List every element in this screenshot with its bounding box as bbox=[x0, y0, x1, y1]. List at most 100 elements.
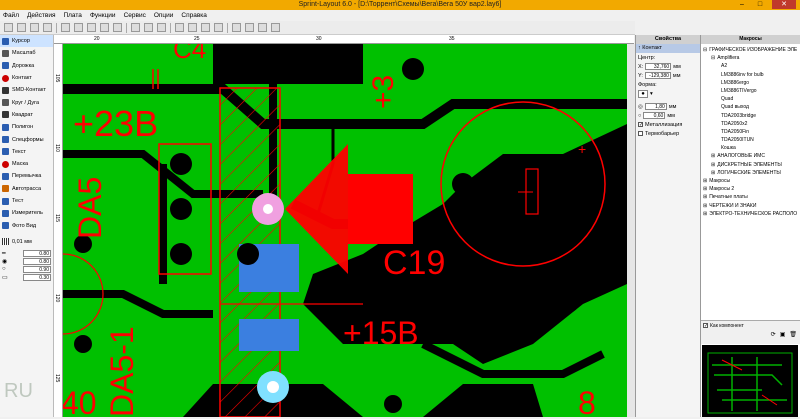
macro-tree-item[interactable]: ⊟ Amplifiera bbox=[701, 54, 800, 62]
save-icon[interactable] bbox=[30, 23, 39, 32]
outer-diameter-input[interactable]: 1,80 bbox=[644, 103, 667, 110]
macro-tree-item[interactable]: ⊟ ГРАФИЧЕСКОЕ ИЗОБРАЖЕНИЕ ЭЛЕ bbox=[701, 46, 800, 54]
vertical-scrollbar[interactable] bbox=[627, 44, 635, 417]
tree-expander-icon[interactable]: ⊞ bbox=[703, 178, 707, 184]
group-icon[interactable] bbox=[201, 23, 210, 32]
tool-9[interactable]: Текст bbox=[0, 146, 53, 158]
metallization-checkbox[interactable]: ✓ bbox=[638, 122, 643, 128]
paste-icon[interactable] bbox=[113, 23, 122, 32]
value-input[interactable]: 0.30 bbox=[23, 274, 51, 282]
tree-expander-icon[interactable]: ⊞ bbox=[711, 153, 715, 159]
pcb-canvas[interactable]: C4 +23В DA5 C19 +15B DA5-1 40 8 +3 + RU bbox=[63, 44, 627, 417]
grid-setting[interactable]: 0,01 мм bbox=[0, 236, 53, 248]
value-input[interactable]: 0.90 bbox=[23, 266, 51, 274]
thermal-checkbox[interactable] bbox=[638, 131, 643, 136]
macro-tree-item[interactable]: ⊞ Макросы bbox=[701, 177, 800, 185]
menu-board[interactable]: Плата bbox=[63, 12, 81, 19]
open-icon[interactable] bbox=[17, 23, 26, 32]
menu-functions[interactable]: Функции bbox=[90, 12, 116, 19]
tree-expander-icon[interactable]: ⊞ bbox=[703, 203, 707, 209]
tool-5[interactable]: Круг / Дуга bbox=[0, 96, 53, 108]
macro-tree-item[interactable]: TDA2050Fin bbox=[701, 128, 800, 136]
macro-tree-item[interactable]: ⊞ Печатные платы bbox=[701, 193, 800, 201]
tool-11[interactable]: Перемычка bbox=[0, 170, 53, 182]
tree-expander-icon[interactable]: ⊞ bbox=[703, 211, 707, 217]
grid-icon[interactable] bbox=[232, 23, 241, 32]
tool-3[interactable]: Контакт bbox=[0, 72, 53, 84]
grid-icon bbox=[2, 238, 9, 246]
macro-tree-item[interactable]: Quad выход bbox=[701, 103, 800, 111]
as-component-checkbox[interactable]: ✓ bbox=[703, 323, 708, 329]
tool-8[interactable]: Спецформы bbox=[0, 133, 53, 145]
align-icon[interactable] bbox=[188, 23, 197, 32]
macro-tree-item[interactable]: LM3886ergo bbox=[701, 79, 800, 87]
tool-13[interactable]: Тест bbox=[0, 195, 53, 207]
layers-icon[interactable] bbox=[258, 23, 267, 32]
chevron-down-icon[interactable]: ▾ bbox=[650, 91, 653, 97]
tree-expander-icon[interactable]: ⊟ bbox=[703, 47, 707, 53]
tool-6[interactable]: Квадрат bbox=[0, 109, 53, 121]
macro-tree-item[interactable]: ⊞ АНАЛОГОВЫЕ ИМС bbox=[701, 152, 800, 160]
macro-tree-item[interactable]: TDA2050x2 bbox=[701, 120, 800, 128]
macro-tree-item[interactable]: ⊞ ЧЕРТЕЖИ И ЗНАКИ bbox=[701, 202, 800, 210]
cut-icon[interactable] bbox=[87, 23, 96, 32]
tree-expander-icon[interactable]: ⊟ bbox=[711, 55, 715, 61]
silk-text-8: 8 bbox=[578, 385, 596, 417]
minimize-button[interactable]: – bbox=[736, 0, 748, 9]
value-input[interactable]: 0.80 bbox=[23, 250, 51, 258]
maximize-button[interactable]: □ bbox=[754, 0, 766, 9]
tree-expander-icon[interactable]: ⊞ bbox=[711, 170, 715, 176]
macro-tree-item[interactable]: LM3886TIVergo bbox=[701, 87, 800, 95]
ungroup-icon[interactable] bbox=[214, 23, 223, 32]
zoom-icon[interactable] bbox=[245, 23, 254, 32]
tree-expander-icon[interactable]: ⊞ bbox=[703, 186, 707, 192]
macro-tree-item[interactable]: ⊞ ДИСКРЕТНЫЕ ЭЛЕМЕНТЫ bbox=[701, 161, 800, 169]
menu-service[interactable]: Сервис bbox=[124, 12, 146, 19]
duplicate-icon[interactable] bbox=[144, 23, 153, 32]
value-input[interactable]: 0.80 bbox=[23, 258, 51, 266]
tree-expander-icon[interactable]: ⊞ bbox=[711, 162, 715, 168]
macro-tree-item[interactable]: TDA2003bridge bbox=[701, 112, 800, 120]
delete-icon[interactable]: 🗑 bbox=[789, 331, 797, 338]
new-icon[interactable] bbox=[4, 23, 13, 32]
menu-options[interactable]: Опции bbox=[154, 12, 174, 19]
print-icon[interactable] bbox=[43, 23, 52, 32]
menu-help[interactable]: Справка bbox=[181, 12, 207, 19]
rotate-icon[interactable] bbox=[157, 23, 166, 32]
refresh-icon[interactable]: ⟳ bbox=[771, 331, 776, 338]
inner-diameter-input[interactable]: 0,60 bbox=[643, 112, 666, 119]
tool-10[interactable]: Маска bbox=[0, 158, 53, 170]
delete-icon[interactable] bbox=[131, 23, 140, 32]
tool-14[interactable]: Измеритель bbox=[0, 207, 53, 219]
macro-tree-item[interactable]: ⊞ ЭЛЕКТРО-ТЕХНИЧЕСКОЕ РАСПОЛО bbox=[701, 210, 800, 218]
macro-tree-item[interactable]: Кошка bbox=[701, 144, 800, 152]
y-input[interactable]: -129,380 bbox=[644, 72, 671, 79]
close-button[interactable]: ✕ bbox=[772, 0, 796, 9]
menu-actions[interactable]: Действия bbox=[27, 12, 55, 19]
x-input[interactable]: 32,760 bbox=[645, 63, 672, 70]
tool-12[interactable]: Автотрасса bbox=[0, 183, 53, 195]
tool-15[interactable]: Фото Вид bbox=[0, 219, 53, 231]
tool-4[interactable]: SMD-Контакт bbox=[0, 84, 53, 96]
tree-expander-icon[interactable]: ⊞ bbox=[703, 194, 707, 200]
shape-select[interactable]: ● bbox=[638, 89, 648, 98]
macro-tree-item[interactable]: ⊞ ЛОГИЧЕСКИЕ ЭЛЕМЕНТЫ bbox=[701, 169, 800, 177]
save-icon[interactable]: ▣ bbox=[780, 331, 786, 338]
redo-icon[interactable] bbox=[74, 23, 83, 32]
copy-icon[interactable] bbox=[100, 23, 109, 32]
macro-tree-item[interactable]: ⊞ Макросы 2 bbox=[701, 185, 800, 193]
tool-0[interactable]: Курсор bbox=[0, 35, 53, 48]
mirror-icon[interactable] bbox=[175, 23, 184, 32]
macro-tree-item[interactable]: LM3886inv for bulb bbox=[701, 71, 800, 79]
macro-tree-item[interactable]: TDA2050ITUN bbox=[701, 136, 800, 144]
tool-label: SMD-Контакт bbox=[12, 87, 46, 94]
settings-icon[interactable] bbox=[271, 23, 280, 32]
macro-tree-item[interactable]: A2 bbox=[701, 62, 800, 70]
tool-2[interactable]: Дорожка bbox=[0, 60, 53, 72]
tool-7[interactable]: Полигон bbox=[0, 121, 53, 133]
center-label: Центр: bbox=[638, 54, 656, 61]
undo-icon[interactable] bbox=[61, 23, 70, 32]
menu-file[interactable]: Файл bbox=[3, 12, 19, 19]
macro-tree-item[interactable]: Quad bbox=[701, 95, 800, 103]
tool-1[interactable]: Масштаб bbox=[0, 47, 53, 59]
